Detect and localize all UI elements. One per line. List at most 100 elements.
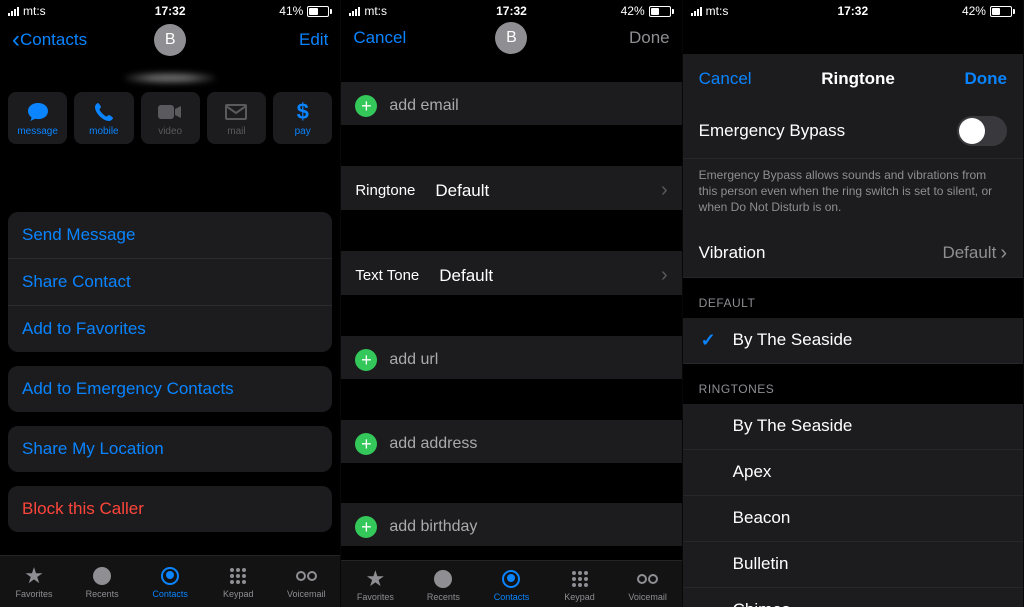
- plus-icon: +: [355, 516, 377, 538]
- group-url: +add url: [341, 336, 681, 379]
- mail-button[interactable]: mail: [207, 92, 266, 144]
- header-ringtones: RINGTONES: [683, 364, 1023, 404]
- ringtone-item[interactable]: Bulletin: [683, 542, 1023, 588]
- tab-voicemail[interactable]: Voicemail: [614, 561, 682, 607]
- add-birthday-button[interactable]: +add birthday: [341, 503, 681, 546]
- bypass-help: Emergency Bypass allows sounds and vibra…: [683, 159, 1023, 230]
- group-ringtone: Ringtone Default ›: [341, 166, 681, 210]
- mail-icon: [225, 100, 247, 124]
- tab-keypad[interactable]: Keypad: [204, 556, 272, 607]
- ringtone-item[interactable]: Beacon: [683, 496, 1023, 542]
- add-emergency-button[interactable]: Add to Emergency Contacts: [8, 366, 332, 412]
- signal-icon: [8, 7, 19, 16]
- nav-bar: Cancel B Done: [341, 18, 681, 57]
- contacts-icon: [161, 564, 179, 588]
- ringtone-row[interactable]: Ringtone Default ›: [341, 166, 681, 210]
- ringtones-section: By The Seaside Apex Beacon Bulletin Chim…: [683, 404, 1023, 607]
- mobile-button[interactable]: mobile: [74, 92, 133, 144]
- done-button[interactable]: Done: [590, 28, 670, 48]
- keypad-icon: [230, 564, 246, 588]
- ringtone-item[interactable]: Chimes: [683, 588, 1023, 607]
- battery-icon: [307, 6, 332, 17]
- status-time: 17:32: [496, 4, 527, 18]
- vibration-row[interactable]: Vibration Default›: [683, 230, 1023, 278]
- back-label: Contacts: [20, 30, 87, 50]
- texttone-row[interactable]: Text Tone Default ›: [341, 251, 681, 295]
- chevron-right-icon: ›: [1000, 242, 1007, 265]
- block-caller-button[interactable]: Block this Caller: [8, 486, 332, 532]
- send-message-button[interactable]: Send Message: [8, 212, 332, 259]
- group-address: +add address: [341, 420, 681, 463]
- ringtone-item[interactable]: Apex: [683, 450, 1023, 496]
- video-button[interactable]: video: [141, 92, 200, 144]
- signal-icon: [691, 7, 702, 16]
- panel-contact-card: mt:s 17:32 41% ‹ Contacts B Edit message…: [0, 0, 341, 607]
- tab-recents[interactable]: Recents: [68, 556, 136, 607]
- chevron-right-icon: ›: [661, 179, 668, 202]
- edit-button[interactable]: Edit: [248, 30, 328, 50]
- battery-icon: [649, 6, 674, 17]
- keypad-icon: [572, 567, 588, 591]
- battery-icon: [990, 6, 1015, 17]
- ringtone-item[interactable]: By The Seaside: [683, 404, 1023, 450]
- share-contact-button[interactable]: Share Contact: [8, 259, 332, 306]
- share-location-button[interactable]: Share My Location: [8, 426, 332, 472]
- sheet-title: Ringtone: [821, 69, 895, 89]
- avatar: B: [154, 24, 186, 56]
- plus-icon: +: [355, 95, 377, 117]
- status-bar: mt:s 17:32 41%: [0, 0, 340, 18]
- chevron-left-icon: ‹: [12, 26, 20, 54]
- voicemail-icon: [296, 564, 317, 588]
- tab-favorites[interactable]: ★Favorites: [341, 561, 409, 607]
- add-email-button[interactable]: + add email: [341, 82, 681, 125]
- status-time: 17:32: [155, 4, 186, 18]
- pay-icon: $: [297, 100, 309, 124]
- group-texttone: Text Tone Default ›: [341, 251, 681, 295]
- tab-contacts[interactable]: Contacts: [477, 561, 545, 607]
- carrier-label: mt:s: [364, 4, 387, 18]
- cancel-button[interactable]: Cancel: [353, 28, 433, 48]
- avatar: B: [495, 22, 527, 54]
- plus-icon: +: [355, 433, 377, 455]
- blurred-name: [125, 72, 215, 84]
- add-address-button[interactable]: +add address: [341, 420, 681, 463]
- group-emergency: Add to Emergency Contacts: [8, 366, 332, 412]
- toggle-off[interactable]: [957, 116, 1007, 146]
- bypass-section: Emergency Bypass Emergency Bypass allows…: [683, 104, 1023, 278]
- group-email: + add email: [341, 82, 681, 125]
- cancel-button[interactable]: Cancel: [699, 69, 752, 89]
- tab-voicemail[interactable]: Voicemail: [272, 556, 340, 607]
- tab-keypad[interactable]: Keypad: [546, 561, 614, 607]
- sheet-nav: Cancel Ringtone Done: [683, 54, 1023, 104]
- group-birthday: +add birthday: [341, 503, 681, 546]
- pay-button[interactable]: $ pay: [273, 92, 332, 144]
- video-icon: [158, 100, 182, 124]
- tab-recents[interactable]: Recents: [409, 561, 477, 607]
- sheet-gap: [683, 18, 1023, 54]
- group-location: Share My Location: [8, 426, 332, 472]
- tab-favorites[interactable]: ★Favorites: [0, 556, 68, 607]
- carrier-label: mt:s: [706, 4, 729, 18]
- default-section: ✓ By The Seaside: [683, 318, 1023, 364]
- done-button[interactable]: Done: [964, 69, 1007, 89]
- panel-ringtone-picker: mt:s 17:32 42% Cancel Ringtone Done Emer…: [683, 0, 1024, 607]
- star-icon: ★: [24, 564, 44, 588]
- clock-icon: [434, 567, 452, 591]
- ringtone-scroll[interactable]: Emergency Bypass Emergency Bypass allows…: [683, 104, 1023, 607]
- contacts-icon: [502, 567, 520, 591]
- contact-name: [0, 62, 340, 92]
- quick-actions: message mobile video mail $ pay: [0, 92, 340, 152]
- ringtone-item-selected[interactable]: ✓ By The Seaside: [683, 318, 1023, 364]
- signal-icon: [349, 7, 360, 16]
- add-favorites-button[interactable]: Add to Favorites: [8, 306, 332, 352]
- tab-contacts[interactable]: Contacts: [136, 556, 204, 607]
- message-button[interactable]: message: [8, 92, 67, 144]
- panel-edit-contact: mt:s 17:32 42% Cancel B Done + add email…: [341, 0, 682, 607]
- spacer: [0, 152, 340, 212]
- add-url-button[interactable]: +add url: [341, 336, 681, 379]
- emergency-bypass-row[interactable]: Emergency Bypass: [683, 104, 1023, 159]
- voicemail-icon: [637, 567, 658, 591]
- clock-icon: [93, 564, 111, 588]
- back-button[interactable]: ‹ Contacts: [12, 26, 92, 54]
- tab-bar: ★Favorites Recents Contacts Keypad Voice…: [0, 555, 340, 607]
